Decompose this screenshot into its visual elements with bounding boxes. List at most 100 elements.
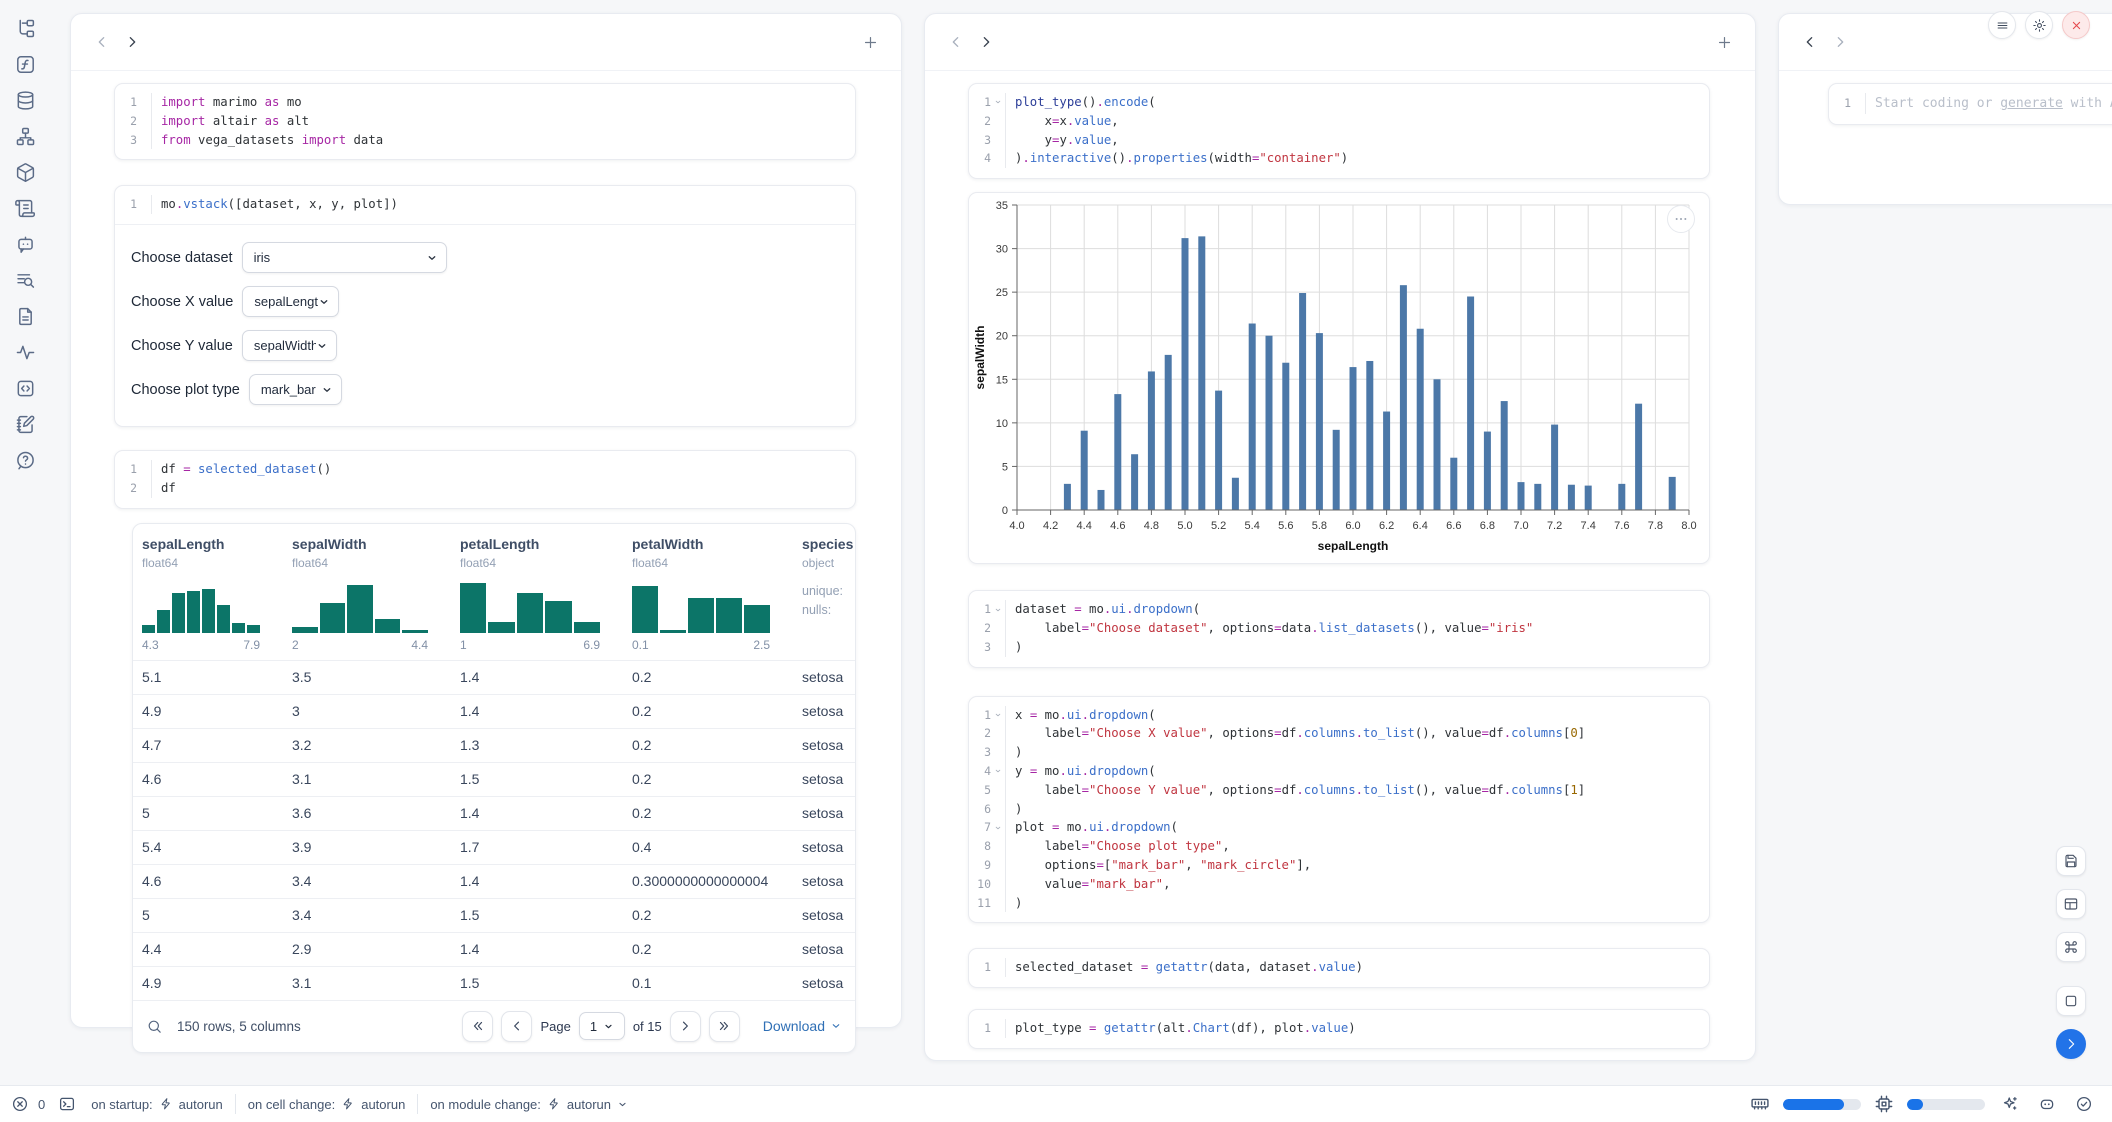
choose-plot-type-select[interactable]: mark_bar <box>249 374 342 405</box>
plot-type-cell[interactable]: 1plot_type = getattr(alt.Chart(df), plot… <box>968 1009 1710 1049</box>
sitemap-icon <box>15 126 36 147</box>
editor-placeholder[interactable]: Start coding or generate with AI <box>1866 93 2112 114</box>
runtime-setting-on-module-change-[interactable]: on module change:autorun <box>428 1097 630 1112</box>
page-select[interactable]: 1 <box>579 1012 625 1040</box>
column-histogram[interactable] <box>632 583 770 633</box>
fold-gutter[interactable] <box>991 93 1006 112</box>
table-row[interactable]: 4.63.11.50.2setosa <box>133 762 855 796</box>
gear-icon <box>2032 18 2047 33</box>
choose-y-value-select[interactable]: sepalWidth <box>242 330 337 361</box>
column-next-button[interactable] <box>1825 27 1855 57</box>
table-row[interactable]: 5.13.51.40.2setosa <box>133 660 855 694</box>
column-next-button[interactable] <box>971 27 1001 57</box>
menu-button[interactable] <box>1988 11 2016 39</box>
close-button[interactable] <box>2062 11 2090 39</box>
xy-plot-dropdowns-cell[interactable]: 1x = mo.ui.dropdown(2 label="Choose X va… <box>968 696 1710 924</box>
line-number: 10 <box>969 875 991 894</box>
caret-down-icon <box>426 252 438 264</box>
sidebar-item-function[interactable] <box>15 53 37 75</box>
column-prev-button[interactable] <box>941 27 971 57</box>
table-row[interactable]: 4.73.21.30.2setosa <box>133 728 855 762</box>
copilot-button[interactable] <box>2035 1092 2059 1116</box>
column-header-label[interactable]: sepalWidth <box>292 536 428 552</box>
fold-gutter[interactable] <box>991 762 1006 781</box>
fold-gutter[interactable] <box>991 600 1006 619</box>
bar-chart-svg[interactable]: 4.04.24.44.64.85.05.25.45.65.86.06.26.46… <box>969 193 1707 563</box>
table-row[interactable]: 53.41.50.2setosa <box>133 898 855 932</box>
line-number: 2 <box>115 479 137 498</box>
ai-assistant-button[interactable] <box>1998 1092 2022 1116</box>
sidebar-item-scroll[interactable] <box>15 197 37 219</box>
column-next-button[interactable] <box>117 27 147 57</box>
fold-gutter[interactable] <box>991 818 1006 837</box>
sidebar-item-document[interactable] <box>15 305 37 327</box>
layout-button[interactable] <box>2056 889 2086 919</box>
line-number: 4 <box>969 762 991 781</box>
table-row[interactable]: 4.42.91.40.2setosa <box>133 932 855 966</box>
selected-dataset-cell[interactable]: 1selected_dataset = getattr(data, datase… <box>968 948 1710 988</box>
column-header-label[interactable]: sepalLength <box>142 536 260 552</box>
column-header-label[interactable]: species <box>802 536 855 552</box>
table-row[interactable]: 4.63.41.40.3000000000000004setosa <box>133 864 855 898</box>
column-header-label[interactable]: petalLength <box>460 536 600 552</box>
altair-bar-chart[interactable]: 4.04.24.44.64.85.05.25.45.65.86.06.26.46… <box>968 192 1710 564</box>
scratch-editor-cell[interactable]: 1Start coding or generate with AI <box>1828 83 2112 125</box>
bar <box>1400 285 1407 510</box>
column-prev-button[interactable] <box>87 27 117 57</box>
fold-gutter[interactable] <box>991 706 1006 725</box>
column-prev-button[interactable] <box>1795 27 1825 57</box>
runtime-setting-on-cell-change-[interactable]: on cell change:autorun <box>246 1097 408 1112</box>
runtime-setting-on-startup-[interactable]: on startup:autorun <box>89 1097 225 1112</box>
encode-cell[interactable]: 1plot_type().encode(2 x=x.value,3 y=y.va… <box>968 83 1710 179</box>
column-header-label[interactable]: petalWidth <box>632 536 770 552</box>
sidebar-item-chatbot[interactable] <box>15 233 37 255</box>
table-cell: 3.2 <box>283 729 451 762</box>
sidebar-item-file-tree[interactable] <box>15 17 37 39</box>
settings-button[interactable] <box>2025 11 2053 39</box>
column-histogram[interactable] <box>292 583 428 633</box>
notebook-column-1: 1import marimo as mo2import altair as al… <box>70 13 902 1028</box>
sidebar-item-snippets[interactable] <box>15 377 37 399</box>
df-cell[interactable]: 1df = selected_dataset()2df <box>114 450 856 509</box>
generate-link[interactable]: generate <box>2000 96 2063 111</box>
sidebar-item-activity[interactable] <box>15 341 37 363</box>
column-histogram[interactable] <box>142 583 260 633</box>
save-button[interactable] <box>2056 846 2086 876</box>
dataset-dropdown-cell[interactable]: 1dataset = mo.ui.dropdown(2 label="Choos… <box>968 590 1710 667</box>
bar <box>1534 484 1541 510</box>
square-icon <box>2063 993 2079 1009</box>
table-row[interactable]: 53.61.40.2setosa <box>133 796 855 830</box>
histogram-bar <box>320 603 346 633</box>
first-page-button[interactable] <box>462 1011 493 1042</box>
choose-x-value-select[interactable]: sepalLength <box>242 286 339 317</box>
connection-status-button[interactable] <box>2072 1092 2096 1116</box>
add-cell-button[interactable] <box>1709 27 1739 57</box>
run-button[interactable] <box>2056 1029 2086 1059</box>
shortcuts-button[interactable] <box>2056 932 2086 962</box>
terminal-button[interactable] <box>55 1092 79 1116</box>
prev-page-button[interactable] <box>501 1011 532 1042</box>
table-row[interactable]: 4.93.11.50.1setosa <box>133 966 855 1000</box>
column-histogram[interactable] <box>460 583 600 633</box>
sidebar-item-package[interactable] <box>15 161 37 183</box>
imports-cell[interactable]: 1import marimo as mo2import altair as al… <box>114 83 856 160</box>
minimap-button[interactable] <box>2056 986 2086 1016</box>
download-button[interactable]: Download <box>763 1018 842 1034</box>
table-cell: 1.4 <box>451 797 623 830</box>
choose-dataset-select[interactable]: iris <box>242 242 447 273</box>
sidebar-item-log-search[interactable] <box>15 269 37 291</box>
add-cell-button[interactable] <box>855 27 885 57</box>
table-row[interactable]: 4.931.40.2setosa <box>133 694 855 728</box>
sidebar-item-help[interactable] <box>15 449 37 471</box>
sidebar-item-scratchpad[interactable] <box>15 413 37 435</box>
column-dtype: float64 <box>292 556 428 570</box>
chart-actions-button[interactable] <box>1667 205 1695 233</box>
last-page-button[interactable] <box>709 1011 740 1042</box>
next-page-button[interactable] <box>670 1011 701 1042</box>
sidebar-item-database[interactable] <box>15 89 37 111</box>
table-row[interactable]: 5.43.91.70.4setosa <box>133 830 855 864</box>
vstack-cell[interactable]: 1mo.vstack([dataset, x, y, plot])Choose … <box>114 185 856 427</box>
sidebar-item-sitemap[interactable] <box>15 125 37 147</box>
errors-button[interactable] <box>8 1092 32 1116</box>
snippets-icon <box>15 378 36 399</box>
